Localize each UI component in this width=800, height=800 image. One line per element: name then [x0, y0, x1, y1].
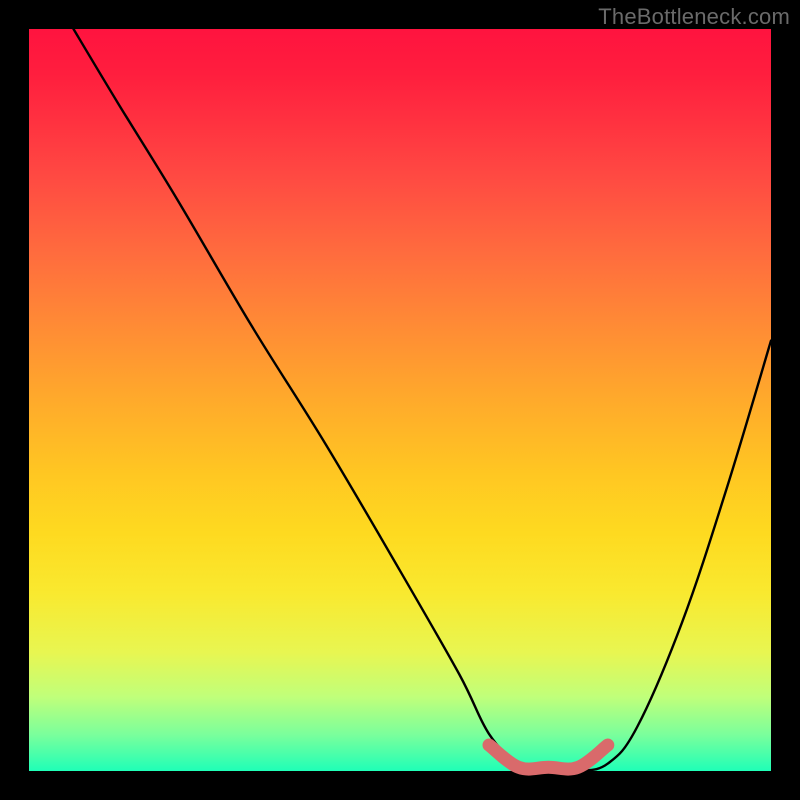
- watermark-text: TheBottleneck.com: [598, 4, 790, 30]
- chart-frame: TheBottleneck.com: [0, 0, 800, 800]
- bottleneck-band: [489, 745, 608, 769]
- bottleneck-curve: [74, 29, 772, 772]
- plot-area: [29, 29, 771, 771]
- chart-svg: [29, 29, 771, 771]
